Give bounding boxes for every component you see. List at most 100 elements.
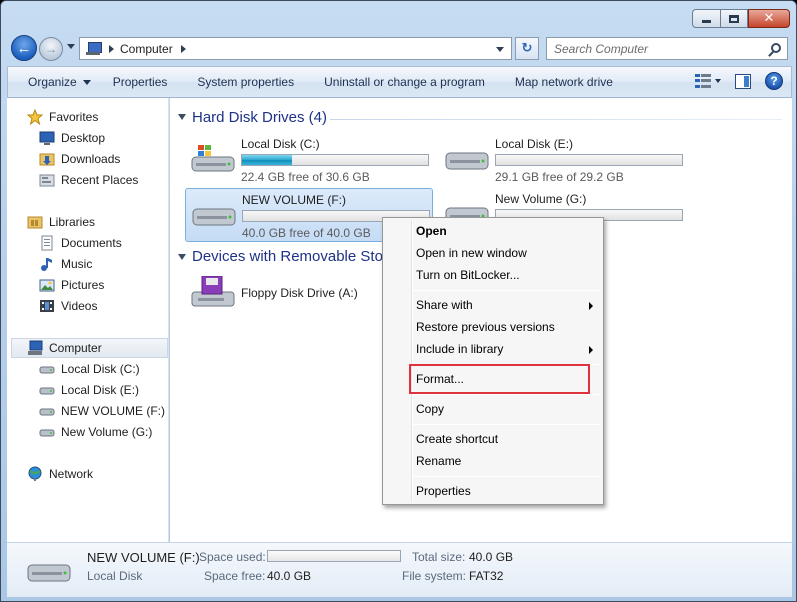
nav-libraries[interactable]: Libraries xyxy=(27,212,187,232)
nav-network[interactable]: Network xyxy=(27,464,187,484)
nav-recent-places-label: Recent Places xyxy=(61,173,139,187)
search-box[interactable] xyxy=(546,37,788,60)
system-properties-label: System properties xyxy=(197,75,295,89)
menu-bitlocker[interactable]: Turn on BitLocker... xyxy=(416,268,520,282)
minimize-icon xyxy=(702,20,711,23)
chevron-down-icon xyxy=(82,79,91,85)
maximize-button[interactable] xyxy=(720,9,748,28)
pictures-icon xyxy=(39,277,55,293)
nav-computer-label: Computer xyxy=(49,341,102,355)
menu-include-in-library[interactable]: Include in library xyxy=(416,342,503,356)
space-used-bar xyxy=(267,550,401,562)
breadcrumb-separator-icon[interactable] xyxy=(109,44,114,53)
format-highlight-box xyxy=(409,364,590,394)
preview-pane-icon[interactable] xyxy=(735,73,751,89)
drive-name: Local Disk (C:) xyxy=(241,137,320,151)
space-used-label: Space used: xyxy=(199,550,266,564)
collapse-group-icon[interactable] xyxy=(178,114,186,120)
music-icon xyxy=(39,256,55,272)
organize-label: Organize xyxy=(28,75,77,89)
details-drive-name: NEW VOLUME (F:) xyxy=(87,550,200,565)
submenu-arrow-icon xyxy=(589,346,593,354)
forward-button[interactable]: → xyxy=(39,37,63,61)
nav-desktop-label: Desktop xyxy=(61,131,106,145)
menu-share-with[interactable]: Share with xyxy=(416,298,473,312)
total-size-value: 40.0 GB xyxy=(469,550,514,564)
address-dropdown-icon[interactable] xyxy=(496,47,504,52)
group-divider xyxy=(330,119,782,120)
file-system-value: FAT32 xyxy=(469,569,504,583)
menu-separator xyxy=(413,476,600,477)
command-bar: Organize Properties System properties Un… xyxy=(7,66,792,98)
star-icon xyxy=(26,108,44,126)
close-icon: ✕ xyxy=(763,11,775,26)
search-icon[interactable] xyxy=(771,43,781,53)
drive-name: Local Disk (E:) xyxy=(495,137,574,151)
details-pane: NEW VOLUME (F:) Local Disk Space used: S… xyxy=(7,542,792,597)
nav-libraries-label: Libraries xyxy=(49,215,96,229)
submenu-arrow-icon xyxy=(589,302,593,310)
nav-drive-c-label: Local Disk (C:) xyxy=(61,362,140,376)
desktop-icon xyxy=(39,130,55,146)
change-view-icon[interactable] xyxy=(695,74,711,88)
help-icon[interactable]: ? xyxy=(765,72,783,90)
nav-favorites-label: Favorites xyxy=(49,110,99,124)
nav-documents-label: Documents xyxy=(61,236,122,250)
recent-pages-dropdown[interactable] xyxy=(67,44,75,49)
collapse-group-icon[interactable] xyxy=(178,254,186,260)
menu-create-shortcut[interactable]: Create shortcut xyxy=(416,432,498,446)
uninstall-button[interactable]: Uninstall or change a program xyxy=(304,67,495,97)
downloads-folder-icon xyxy=(39,151,55,167)
organize-button[interactable]: Organize xyxy=(8,67,95,97)
menu-open[interactable]: Open xyxy=(416,224,447,238)
menu-copy[interactable]: Copy xyxy=(416,402,444,416)
space-free-value: 40.0 GB xyxy=(267,569,312,583)
address-bar[interactable]: Computer xyxy=(79,37,512,60)
maximize-icon xyxy=(729,14,739,23)
computer-icon xyxy=(85,41,102,56)
documents-icon xyxy=(39,235,55,251)
refresh-button[interactable]: ↻ xyxy=(515,37,539,60)
floppy-drive-icon xyxy=(191,276,235,307)
nav-network-label: Network xyxy=(49,467,94,481)
change-view-dropdown-icon[interactable] xyxy=(715,79,721,83)
map-network-drive-label: Map network drive xyxy=(514,75,613,89)
properties-label: Properties xyxy=(112,75,168,89)
drive-tile-e[interactable]: Local Disk (E:) 29.1 GB free of 29.2 GB xyxy=(439,133,687,187)
menu-rename[interactable]: Rename xyxy=(416,454,461,468)
properties-button[interactable]: Properties xyxy=(95,67,178,97)
hard-drive-icon xyxy=(39,382,55,398)
hard-drive-icon xyxy=(39,361,55,377)
menu-separator xyxy=(413,424,600,425)
forward-arrow-icon: → xyxy=(45,42,57,56)
videos-icon xyxy=(39,298,55,314)
nav-computer[interactable]: Computer xyxy=(11,338,168,358)
hard-drive-icon xyxy=(192,208,236,226)
menu-restore-versions[interactable]: Restore previous versions xyxy=(416,320,555,334)
drive-usage-bar xyxy=(241,154,429,166)
removable-storage-heading[interactable]: Devices with Removable Stor xyxy=(192,248,388,265)
nav-downloads-label: Downloads xyxy=(61,152,121,166)
nav-drive-e-label: Local Disk (E:) xyxy=(61,383,140,397)
close-button[interactable]: ✕ xyxy=(748,9,790,28)
search-input[interactable] xyxy=(554,41,759,56)
drive-usage-bar xyxy=(495,154,683,166)
hard-drive-icon xyxy=(445,152,489,170)
drive-tile-c[interactable]: Local Disk (C:) 22.4 GB free of 30.6 GB xyxy=(185,133,433,187)
back-button[interactable]: ← xyxy=(11,35,37,61)
details-drive-type: Local Disk xyxy=(87,569,143,583)
map-network-drive-button[interactable]: Map network drive xyxy=(495,67,623,97)
hard-disk-drives-heading[interactable]: Hard Disk Drives (4) xyxy=(192,109,327,126)
back-arrow-icon: ← xyxy=(16,39,32,57)
minimize-button[interactable] xyxy=(692,9,720,28)
menu-open-new-window[interactable]: Open in new window xyxy=(416,246,527,260)
nav-favorites[interactable]: Favorites xyxy=(26,107,187,127)
breadcrumb-computer[interactable]: Computer xyxy=(120,42,173,56)
menu-properties[interactable]: Properties xyxy=(416,484,471,498)
hard-drive-icon xyxy=(27,564,71,582)
system-properties-button[interactable]: System properties xyxy=(177,67,304,97)
drive-free-space: 22.4 GB free of 30.6 GB xyxy=(241,170,370,184)
menu-separator xyxy=(413,394,600,395)
navigation-pane: Favorites Desktop Downloads Recent Place… xyxy=(7,98,169,542)
breadcrumb-separator-icon[interactable] xyxy=(180,44,186,53)
